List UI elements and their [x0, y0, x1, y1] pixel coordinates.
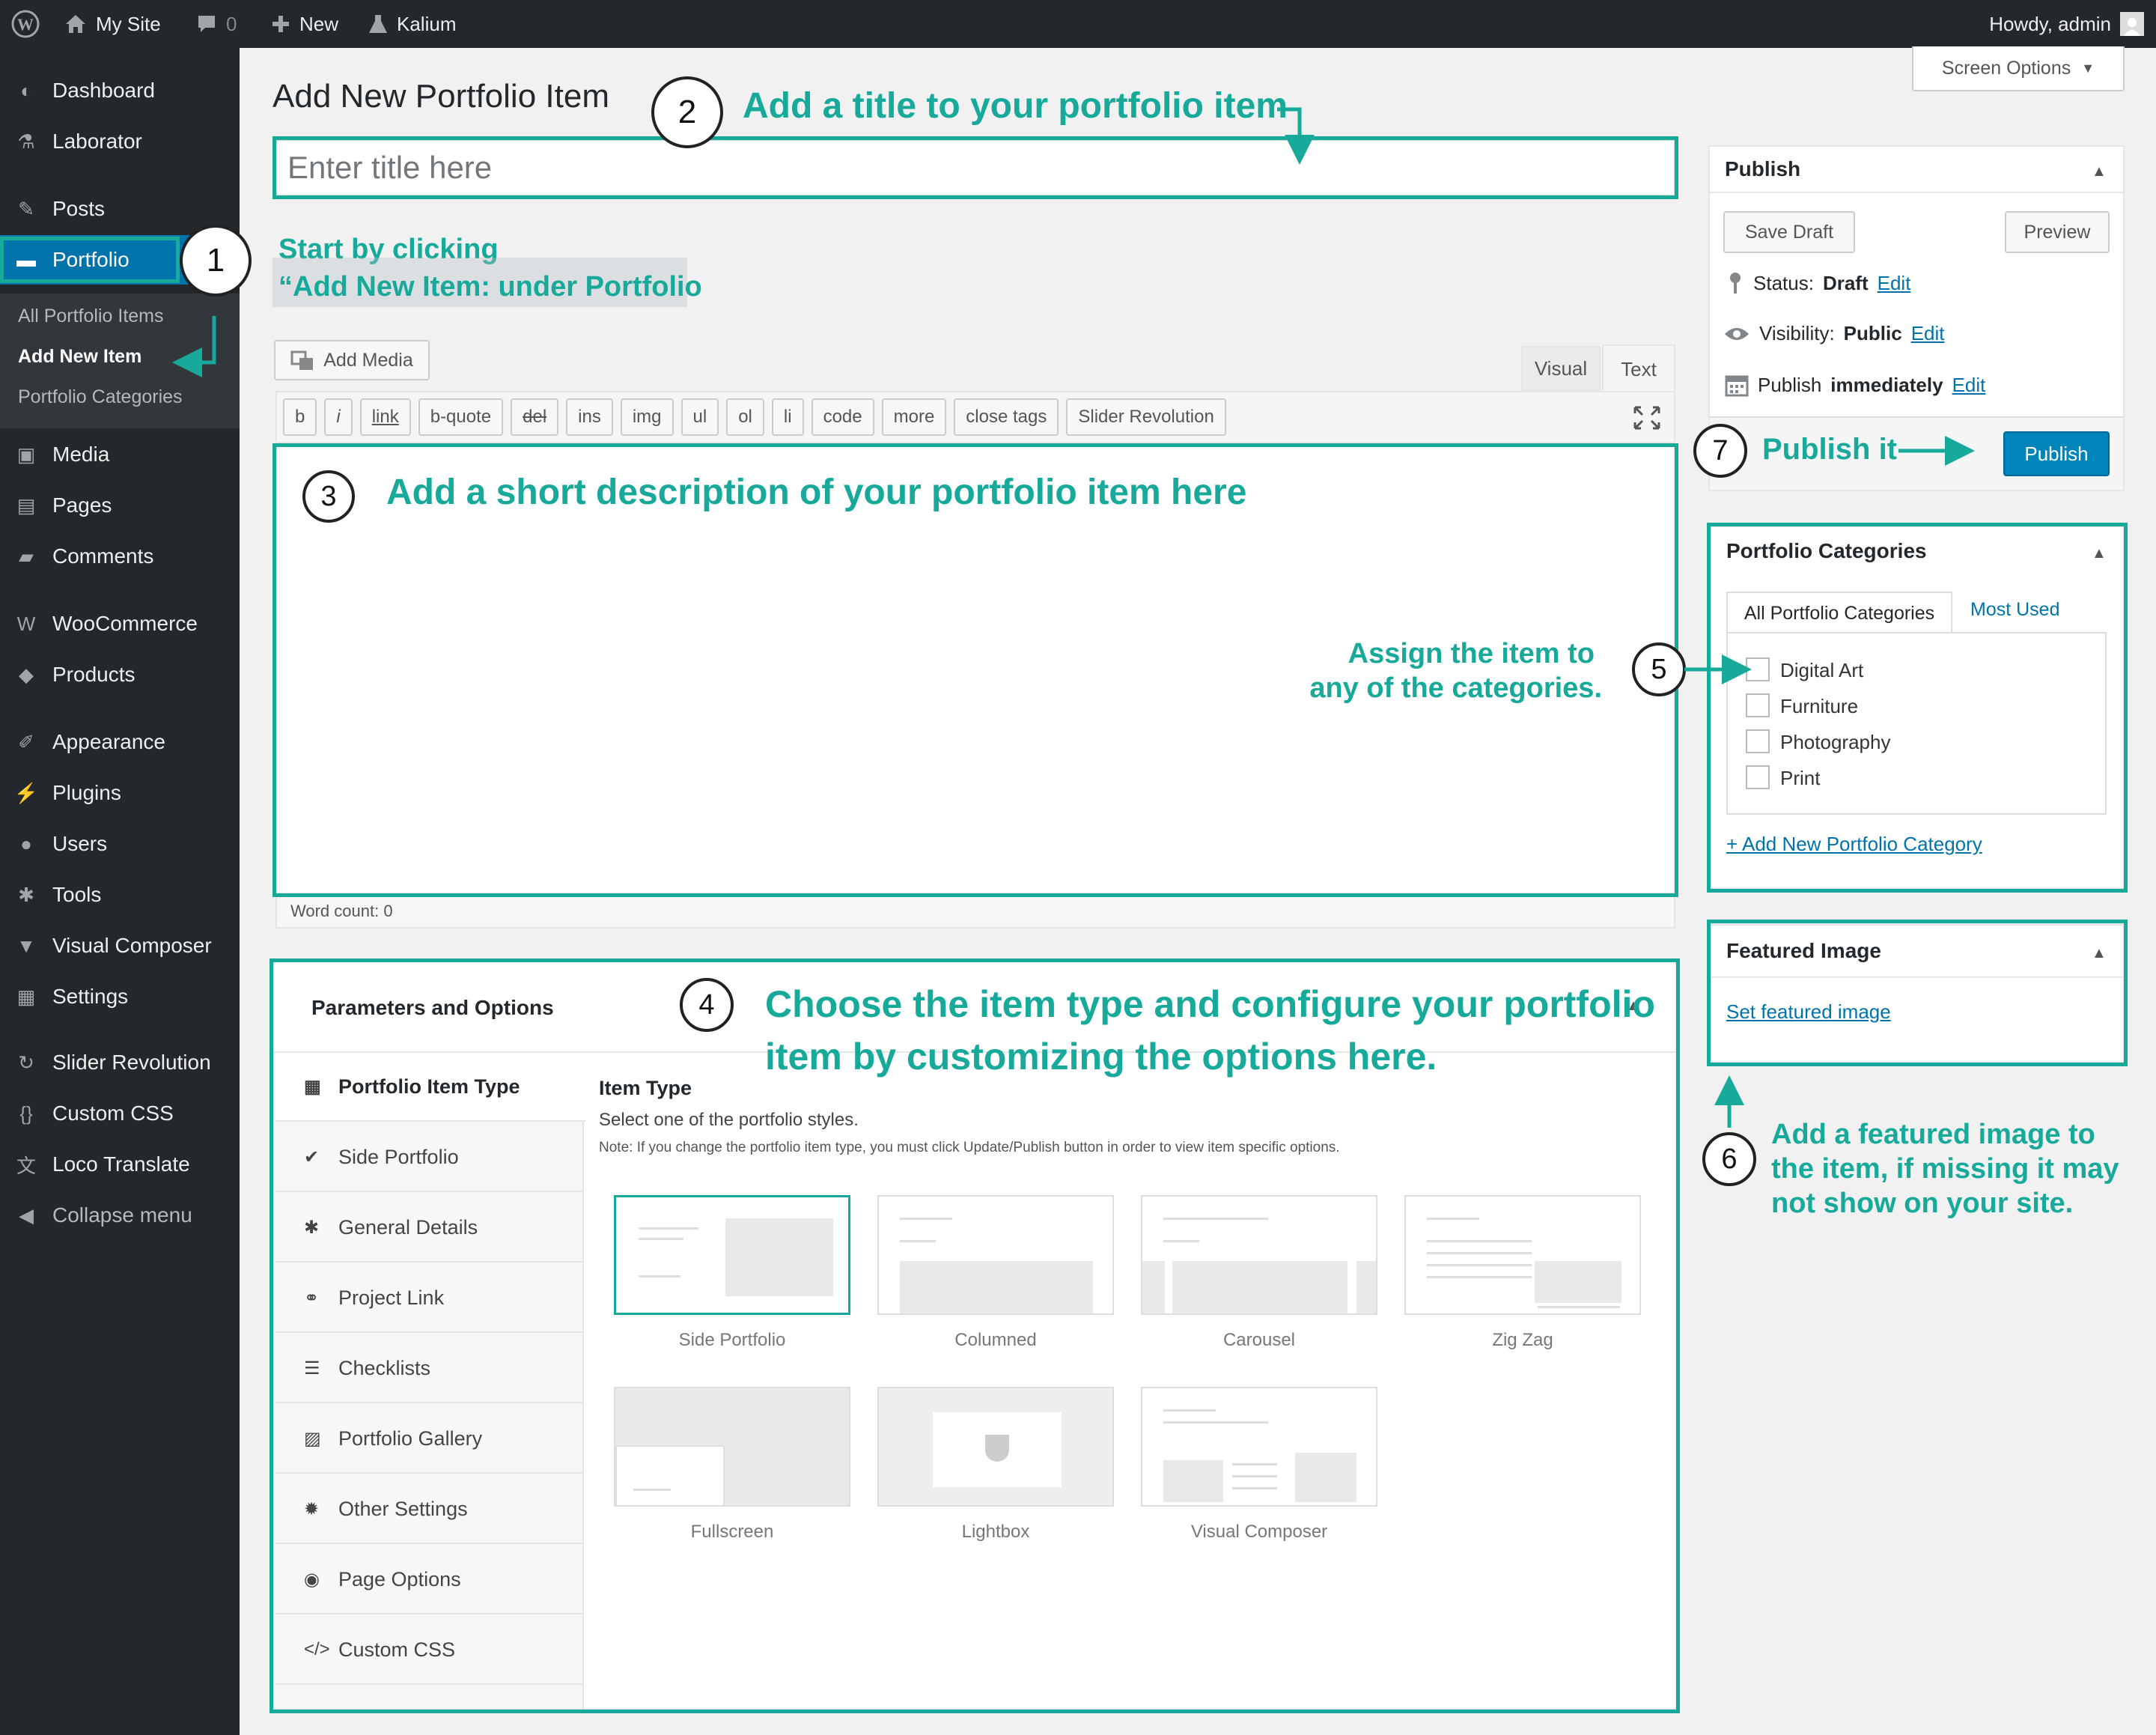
annotation-arrows — [172, 107, 1975, 1128]
